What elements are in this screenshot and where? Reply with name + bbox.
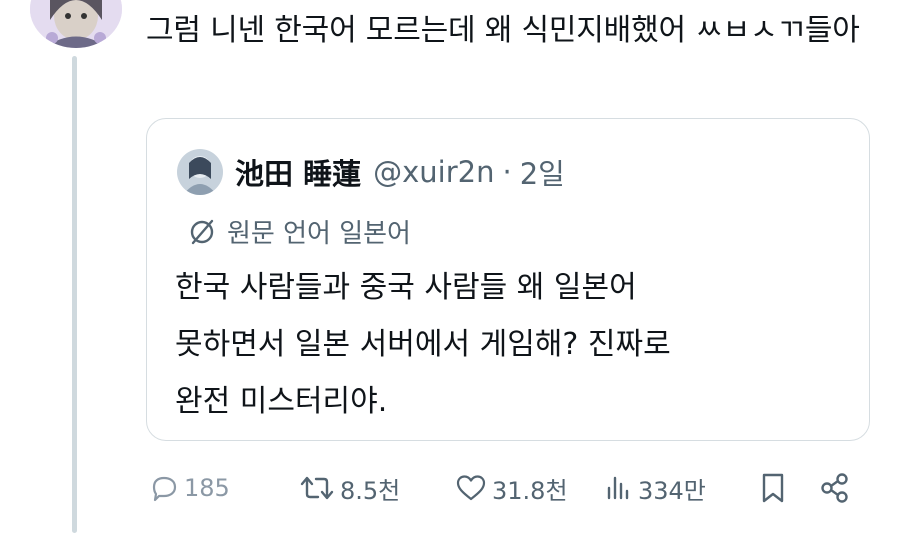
quoted-body-line: 한국 사람들과 중국 사람들 왜 일본어: [175, 270, 637, 305]
reply-count: 185: [184, 474, 230, 502]
like-count: 31.8천: [492, 476, 568, 505]
views-count: 334만: [638, 476, 706, 505]
views-button[interactable]: 334만: [604, 468, 706, 508]
reply-text: 그럼 니넨 한국어 모르는데 왜 식민지배했어 ㅆㅂㅅㄲ들아: [146, 13, 860, 48]
heart-icon: [456, 475, 486, 501]
repost-count: 8.5천: [340, 476, 401, 505]
language-note-text: 원문 언어 일본어: [227, 219, 411, 249]
quoted-handle[interactable]: @xuir2n: [373, 155, 494, 189]
action-bar: 185 8.5천 31.8천 334만: [148, 468, 868, 508]
bookmark-icon: [762, 473, 784, 503]
quoted-body-line: 못하면서 일본 서버에서 게임해? 진짜로: [175, 327, 671, 362]
quoted-timestamp[interactable]: 2일: [520, 151, 565, 193]
repost-icon: [300, 476, 334, 500]
language-note[interactable]: 원문 언어 일본어: [187, 213, 411, 250]
quoted-display-name[interactable]: 池田 睡蓮: [235, 151, 361, 193]
bookmark-button[interactable]: [758, 468, 792, 508]
comment-icon: [152, 476, 177, 502]
quoted-tweet-body: 한국 사람들과 중국 사람들 왜 일본어 못하면서 일본 서버에서 게임해? 진…: [175, 259, 835, 430]
reply-button[interactable]: 185: [148, 468, 230, 508]
share-button[interactable]: [818, 468, 856, 508]
quoted-body-line: 완전 미스터리야.: [175, 384, 388, 419]
translate-icon: [190, 219, 214, 244]
quoted-tweet-header: 池田 睡蓮 @xuir2n · 2일: [177, 148, 565, 196]
repost-button[interactable]: 8.5천: [298, 468, 400, 508]
quoted-user-avatar[interactable]: [177, 149, 223, 195]
thread-line: [72, 56, 77, 533]
like-button[interactable]: 31.8천: [454, 468, 568, 508]
bar-chart-icon: [607, 476, 629, 500]
share-icon: [821, 473, 848, 503]
user-avatar[interactable]: [30, 0, 122, 48]
quoted-tweet-card[interactable]: 池田 睡蓮 @xuir2n · 2일 원문 언어 일본어 한국 사람들과 중국 …: [146, 118, 870, 441]
separator-dot: ·: [502, 155, 512, 189]
